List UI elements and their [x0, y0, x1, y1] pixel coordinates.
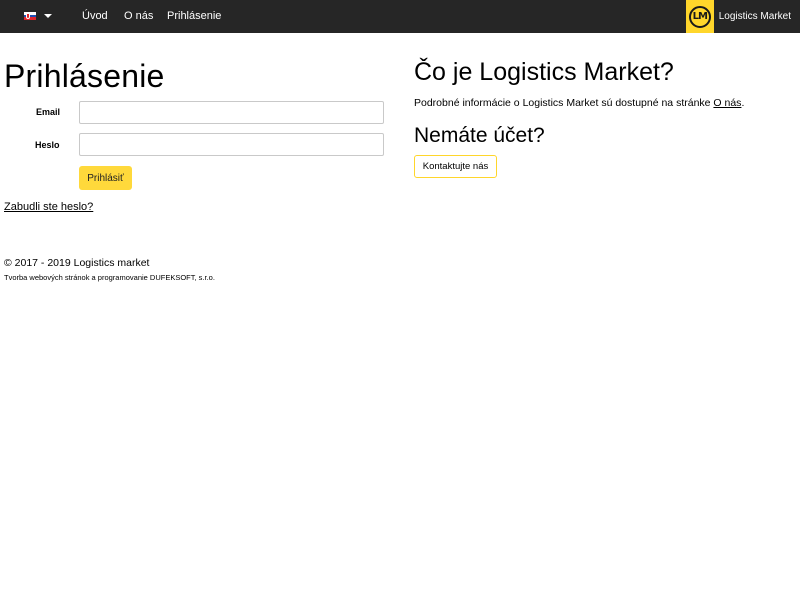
info-text-suffix: .: [741, 97, 745, 109]
about-link[interactable]: O nás: [713, 97, 741, 109]
top-navbar: Úvod O nás Prihlásenie LM Logistics Mark…: [0, 0, 800, 33]
slovak-flag-icon: [24, 12, 36, 20]
password-field[interactable]: [79, 133, 384, 156]
login-button[interactable]: Prihlásiť: [79, 166, 132, 190]
email-label: Email: [36, 107, 61, 117]
email-field[interactable]: [79, 101, 384, 124]
info-text-prefix: Podrobné informácie o Logistics Market s…: [414, 97, 714, 109]
nav-link-uvod[interactable]: Úvod: [82, 10, 108, 22]
info-text: Podrobné informácie o Logistics Market s…: [414, 97, 744, 109]
language-selector[interactable]: [24, 12, 52, 20]
no-account-title: Nemáte účet?: [414, 124, 545, 147]
credit: Tvorba webových stránok a programovanie …: [4, 273, 215, 282]
copyright: © 2017 - 2019 Logistics market: [4, 257, 150, 269]
brand-logo-icon: LM: [685, 0, 714, 33]
caret-down-icon: [44, 14, 52, 18]
info-title: Čo je Logistics Market?: [414, 58, 674, 86]
contact-button[interactable]: Kontaktujte nás: [414, 155, 497, 178]
forgot-password-link[interactable]: Zabudli ste heslo?: [4, 201, 93, 213]
nav-link-prihlasenie[interactable]: Prihlásenie: [167, 10, 221, 22]
password-label: Heslo: [35, 140, 60, 150]
page-title: Prihlásenie: [4, 58, 165, 94]
nav-link-o-nas[interactable]: O nás: [124, 10, 153, 22]
brand-name: Logistics Market: [718, 11, 791, 22]
brand-logo-mark: LM: [688, 5, 711, 28]
brand[interactable]: LM Logistics Market: [685, 0, 800, 33]
